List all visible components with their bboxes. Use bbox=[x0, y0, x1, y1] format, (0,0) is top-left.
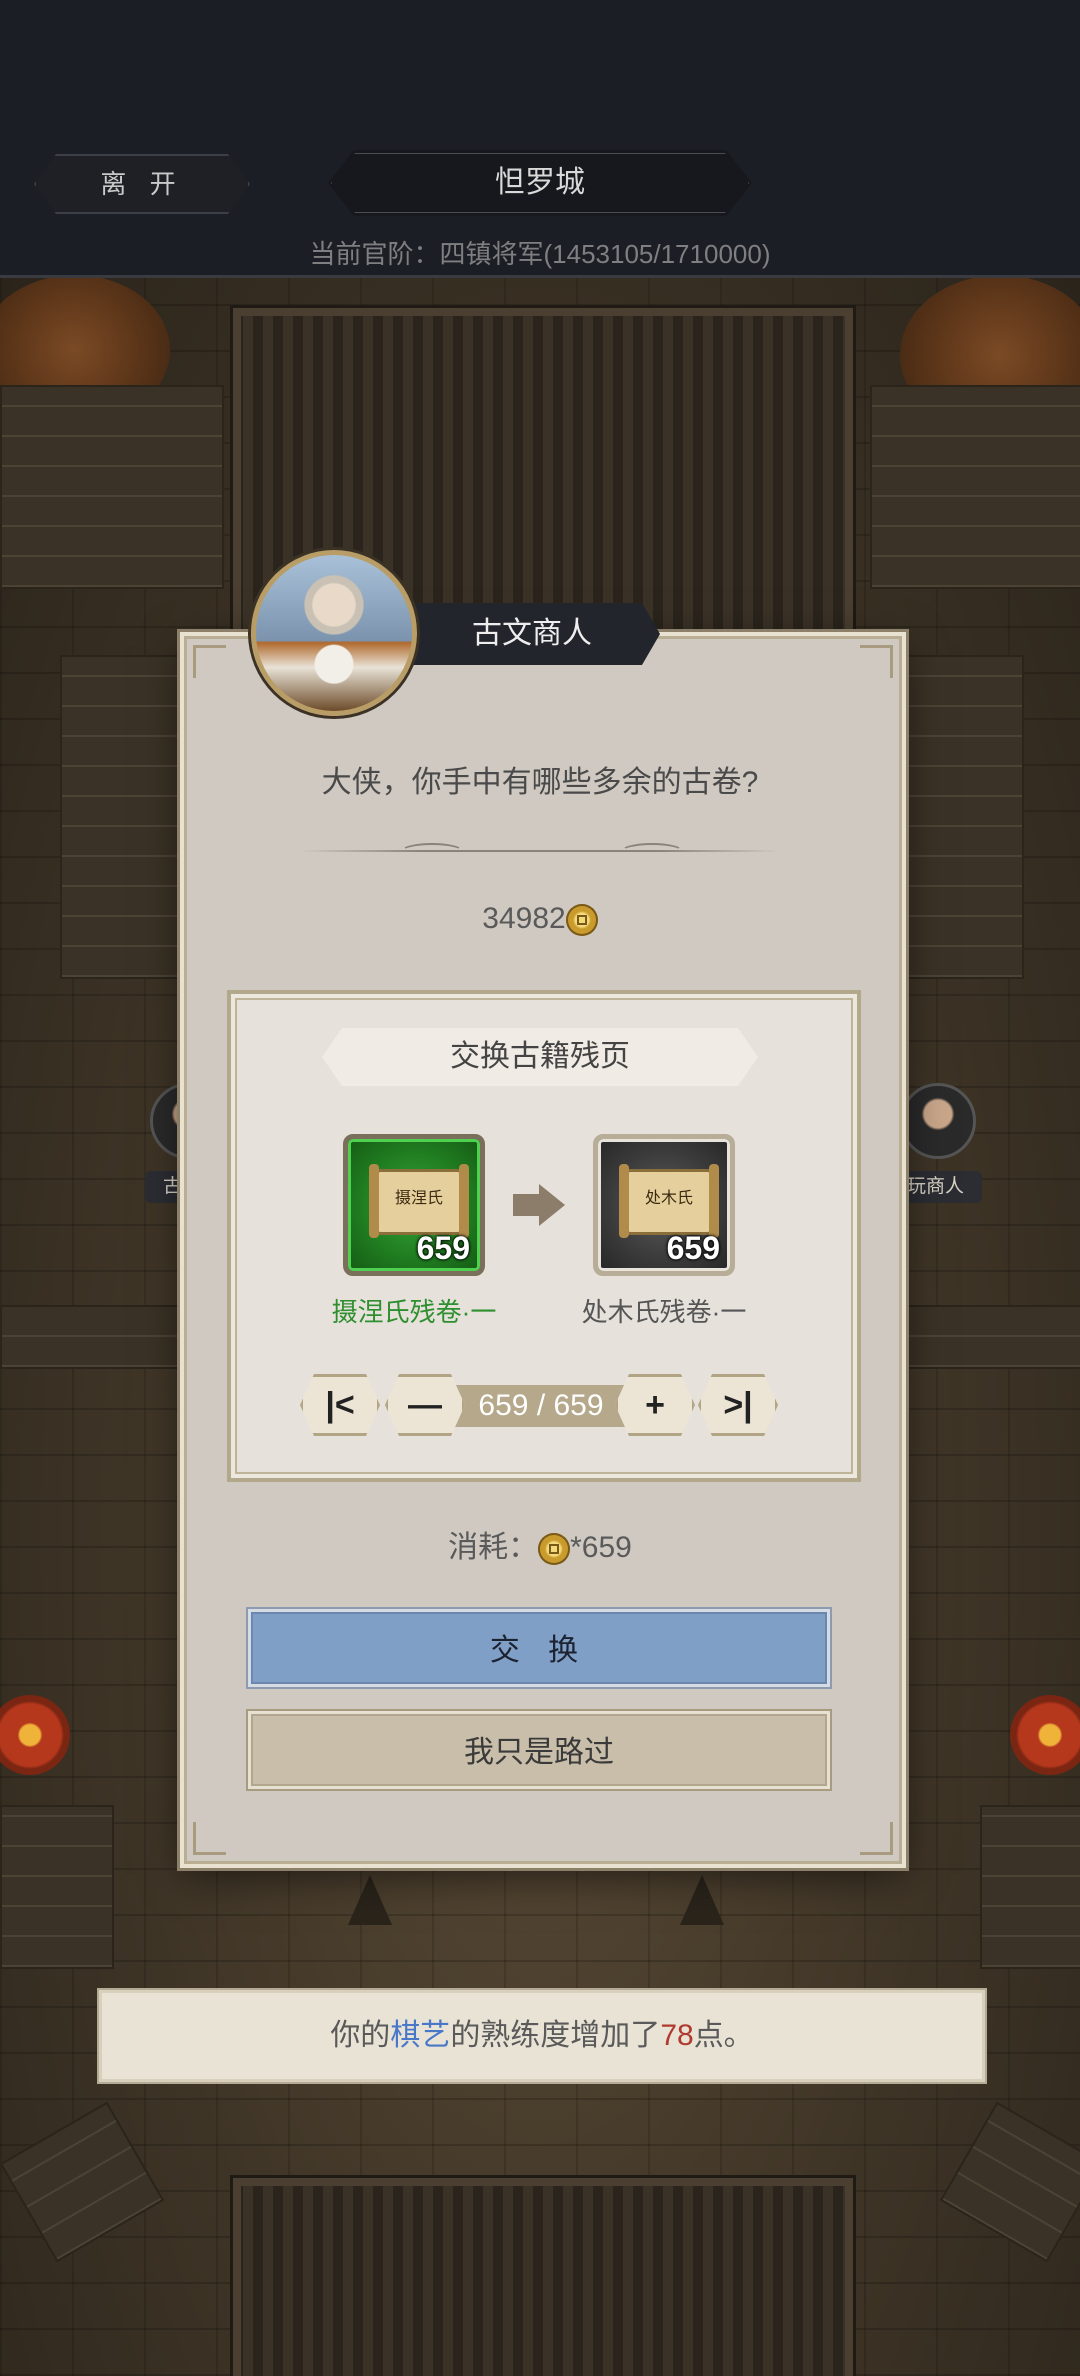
corner-ornament bbox=[193, 645, 226, 678]
just-passing-button[interactable]: 我只是路过 bbox=[248, 1711, 830, 1789]
exchange-button[interactable]: 交 换 bbox=[248, 1609, 830, 1687]
notification-toast: 你的棋艺的熟练度增加了78点。 bbox=[97, 1988, 987, 2084]
toast-skill: 棋艺 bbox=[390, 2019, 451, 2052]
npc-name-plate: 古文商人 bbox=[404, 603, 660, 665]
dialog-question: 大侠，你手中有哪些多余的古卷? bbox=[321, 766, 759, 799]
cost-label: 消耗： bbox=[448, 1531, 539, 1564]
quantity-separator: / bbox=[528, 1389, 554, 1422]
rank-status: 当前官阶：四镇将军(1453105/1710000) bbox=[309, 239, 771, 269]
corner-ornament bbox=[193, 1822, 226, 1855]
coin-icon bbox=[565, 904, 598, 937]
npc-avatar-antique-merchant[interactable] bbox=[900, 1083, 976, 1159]
corner-ornament bbox=[860, 1822, 893, 1855]
merchant-portrait bbox=[251, 550, 417, 716]
cost-line: 消耗： *659 bbox=[184, 1522, 896, 1566]
toast-middle: 的熟练度增加了 bbox=[450, 2019, 661, 2052]
quantity-max: 659 bbox=[553, 1389, 604, 1422]
source-item-name: 摄涅氏残卷·一 bbox=[331, 1297, 497, 1327]
city-name: 怛罗城 bbox=[495, 166, 585, 199]
exchange-panel-title: 交换古籍残页 bbox=[322, 1028, 758, 1086]
source-item-slot[interactable]: 摄涅氏 659 bbox=[343, 1134, 485, 1276]
target-item-slot[interactable]: 处木氏 659 bbox=[593, 1134, 735, 1276]
scroll-icon: 处木氏 bbox=[619, 1164, 719, 1238]
toast-amount: 78 bbox=[660, 2019, 694, 2052]
toast-suffix: 点。 bbox=[693, 2019, 754, 2052]
barrel bbox=[939, 2101, 1080, 2263]
target-item-count: 659 bbox=[666, 1230, 720, 1266]
flower-decoration bbox=[1010, 1695, 1080, 1775]
spike-decoration bbox=[348, 1875, 392, 1925]
balance-value: 34982 bbox=[482, 902, 566, 935]
coin-icon bbox=[538, 1533, 571, 1566]
flower-decoration bbox=[0, 1695, 70, 1775]
divider bbox=[300, 850, 780, 852]
toast-prefix: 你的 bbox=[330, 2019, 391, 2052]
corner-ornament bbox=[860, 645, 893, 678]
building-wall bbox=[60, 655, 204, 979]
building-wall bbox=[0, 385, 224, 589]
city-title: 怛罗城 bbox=[328, 150, 752, 216]
last-button[interactable]: >| bbox=[698, 1374, 778, 1436]
plus-button[interactable]: + bbox=[615, 1374, 695, 1436]
source-item-count: 659 bbox=[416, 1230, 470, 1266]
leave-button[interactable]: 离 开 bbox=[34, 154, 250, 214]
spike-decoration bbox=[680, 1875, 724, 1925]
currency-balance: 34982 bbox=[184, 902, 896, 937]
building-wall bbox=[870, 385, 1080, 589]
top-bar: 离 开 怛罗城 当前官阶：四镇将军(1453105/1710000) bbox=[0, 0, 1080, 278]
first-button[interactable]: |< bbox=[300, 1374, 380, 1436]
building-roof bbox=[230, 2175, 856, 2376]
quantity-current: 659 bbox=[478, 1389, 529, 1422]
scroll-icon: 摄涅氏 bbox=[369, 1164, 469, 1238]
barrel bbox=[0, 2101, 165, 2263]
divider-ornament bbox=[620, 843, 684, 861]
cart bbox=[0, 1805, 114, 1969]
building-wall bbox=[890, 655, 1024, 979]
cart bbox=[980, 1805, 1080, 1969]
divider-ornament bbox=[400, 843, 464, 861]
target-item-name: 处木氏残卷·一 bbox=[581, 1297, 747, 1327]
cost-value: *659 bbox=[570, 1531, 632, 1564]
